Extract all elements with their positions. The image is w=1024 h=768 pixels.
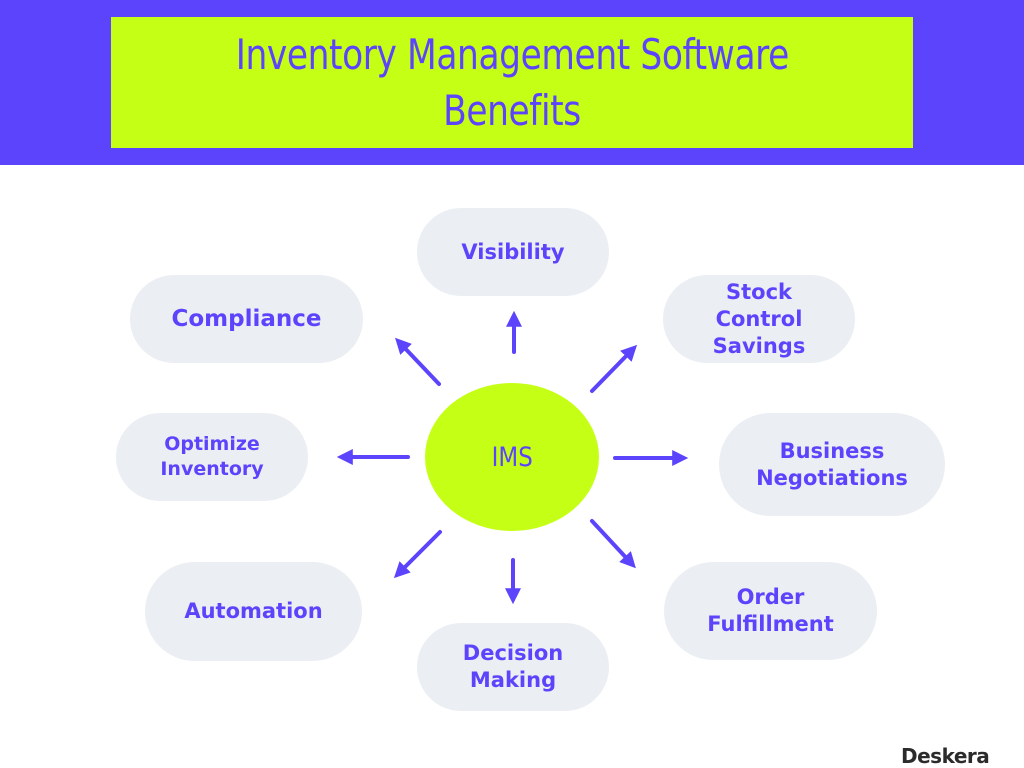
node-optimize-inventory: Optimize Inventory <box>116 413 308 501</box>
node-label: Savings <box>712 333 806 358</box>
node-stock-control-savings: Stock Control Savings <box>663 275 855 363</box>
title-line-1: Inventory Management Software <box>235 29 789 79</box>
arrow-to-order-fulfillment <box>590 519 636 569</box>
node-label: Stock <box>725 279 792 304</box>
node-automation: Automation <box>145 562 362 661</box>
node-label: Order <box>736 585 805 609</box>
node-visibility: Visibility <box>417 208 609 296</box>
node-order-fulfillment: Order Fulfillment <box>664 562 877 660</box>
node-compliance: Compliance <box>130 275 363 363</box>
node-decision-making: Decision Making <box>417 623 609 711</box>
node-label: Business <box>779 438 885 463</box>
node-label: Optimize <box>164 433 260 455</box>
node-label: Fulfillment <box>707 612 834 636</box>
center-node-ims: IMS <box>425 383 599 531</box>
node-label: Negotiations <box>756 465 908 490</box>
brand-logo: Deskera <box>901 744 990 768</box>
node-label: Control <box>715 306 803 331</box>
node-label: Inventory <box>160 458 264 480</box>
node-label: Decision <box>462 641 564 665</box>
node-business-negotiations: Business Negotiations <box>719 413 945 516</box>
node-label: Making <box>469 668 557 692</box>
node-label: Compliance <box>171 305 322 332</box>
node-label: Visibility <box>461 239 565 264</box>
arrow-to-automation <box>393 530 442 579</box>
arrow-to-stock-control-savings <box>590 344 638 393</box>
node-label: Automation <box>184 599 323 623</box>
title-line-2: Benefits <box>443 85 581 135</box>
title-box: Inventory Management Software Benefits <box>111 17 913 148</box>
arrow-to-compliance <box>395 337 441 386</box>
center-label: IMS <box>491 441 533 473</box>
